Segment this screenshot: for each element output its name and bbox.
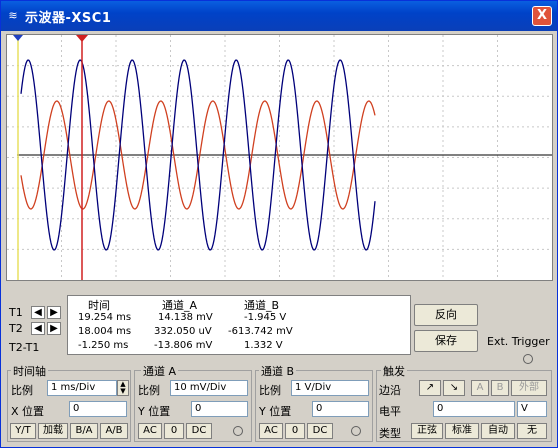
diff-channel-b: 1.332 V bbox=[244, 340, 283, 351]
timebase-scale-label: 比例 bbox=[11, 384, 33, 397]
t1-channel-a: 14.138 mV bbox=[158, 312, 213, 323]
trigger-title: 触发 bbox=[381, 363, 407, 379]
channel-b-zero-button[interactable]: 0 bbox=[285, 423, 305, 439]
channel-b-title: 通道 B bbox=[259, 363, 297, 379]
trigger-type-single-button[interactable]: 正弦 bbox=[411, 423, 443, 439]
trigger-source-b-button[interactable]: B bbox=[491, 380, 509, 396]
t2-left-button[interactable]: ◀ bbox=[31, 322, 45, 335]
title-bar[interactable]: ≋ 示波器-XSC1 X bbox=[1, 1, 557, 31]
t2-time: 18.004 ms bbox=[78, 326, 132, 337]
oscilloscope-icon: ≋ bbox=[8, 9, 18, 22]
channel-a-terminal-icon[interactable] bbox=[233, 426, 243, 436]
close-button[interactable]: X bbox=[532, 6, 552, 26]
timebase-scale-field[interactable]: 1 ms/Div bbox=[47, 380, 117, 396]
t1-channel-b: -1.945 V bbox=[244, 312, 287, 323]
t1-time: 19.254 ms bbox=[78, 312, 132, 323]
waveform-plot bbox=[7, 35, 552, 280]
trigger-falling-edge-button[interactable]: ↘ bbox=[443, 380, 465, 396]
timebase-xpos-label: X 位置 bbox=[11, 405, 45, 418]
trigger-type-none-button[interactable]: 无 bbox=[517, 423, 547, 439]
channel-b-terminal-icon[interactable] bbox=[351, 426, 361, 436]
t2-t1-label: T2-T1 bbox=[9, 341, 40, 354]
channel-a-ac-button[interactable]: AC bbox=[138, 423, 162, 439]
channel-b-ypos-field[interactable]: 0 bbox=[312, 401, 369, 417]
channel-a-dc-button[interactable]: DC bbox=[186, 423, 212, 439]
channel-a-ypos-field[interactable]: 0 bbox=[191, 401, 248, 417]
reverse-button[interactable]: 反向 bbox=[414, 304, 478, 326]
trigger-type-auto-button[interactable]: 自动 bbox=[481, 423, 515, 439]
timebase-xpos-field[interactable]: 0 bbox=[69, 401, 127, 417]
mode-yt-button[interactable]: Y/T bbox=[10, 423, 36, 439]
channel-b-dc-button[interactable]: DC bbox=[307, 423, 333, 439]
t1-label: T1 bbox=[9, 306, 23, 319]
cursor-t2-marker-icon bbox=[76, 35, 88, 42]
channel-a-scale-label: 比例 bbox=[138, 384, 160, 397]
save-button[interactable]: 保存 bbox=[414, 330, 478, 352]
trigger-type-normal-button[interactable]: 标准 bbox=[445, 423, 479, 439]
t2-channel-a: 332.050 uV bbox=[154, 326, 212, 337]
col-header-channel-a: 通道_A bbox=[162, 299, 198, 312]
timebase-title: 时间轴 bbox=[11, 363, 48, 379]
scope-display[interactable] bbox=[6, 34, 553, 281]
mode-add-button[interactable]: 加载 bbox=[38, 423, 68, 439]
mode-ab-button[interactable]: A/B bbox=[100, 423, 128, 439]
ext-trigger-terminal-icon[interactable] bbox=[523, 354, 533, 364]
t2-label: T2 bbox=[9, 322, 23, 335]
channel-a-zero-button[interactable]: 0 bbox=[164, 423, 184, 439]
trigger-source-a-button[interactable]: A bbox=[471, 380, 489, 396]
channel-b-ac-button[interactable]: AC bbox=[259, 423, 283, 439]
channel-b-scale-label: 比例 bbox=[259, 384, 281, 397]
readout-table: 时间 通道_A 通道_B 19.254 ms 14.138 mV -1.945 … bbox=[67, 295, 411, 355]
trigger-level-unit[interactable]: V bbox=[517, 401, 547, 417]
trigger-external-button[interactable]: 外部 bbox=[511, 380, 547, 396]
window-title: 示波器-XSC1 bbox=[25, 11, 112, 26]
channel-b-ypos-label: Y 位置 bbox=[259, 405, 292, 418]
trigger-type-label: 类型 bbox=[379, 427, 401, 440]
trigger-edge-label: 边沿 bbox=[379, 384, 401, 397]
col-header-channel-b: 通道_B bbox=[244, 299, 280, 312]
t2-channel-b: -613.742 mV bbox=[228, 326, 293, 337]
ext-trigger-label: Ext. Trigger bbox=[487, 335, 550, 348]
trigger-level-field[interactable]: 0 bbox=[433, 401, 515, 417]
t2-right-button[interactable]: ▶ bbox=[47, 322, 61, 335]
t1-left-button[interactable]: ◀ bbox=[31, 306, 45, 319]
diff-channel-a: -13.806 mV bbox=[154, 340, 213, 351]
channel-b-scale-field[interactable]: 1 V/Div bbox=[291, 380, 369, 396]
mode-ba-button[interactable]: B/A bbox=[70, 423, 98, 439]
diff-time: -1.250 ms bbox=[78, 340, 129, 351]
channel-a-ypos-label: Y 位置 bbox=[138, 405, 171, 418]
cursor-readout: T1 ◀ ▶ T2 ◀ ▶ T2-T1 时间 通道_A 通道_B 19.254 … bbox=[7, 295, 551, 364]
trigger-level-label: 电平 bbox=[379, 405, 401, 418]
channel-a-title: 通道 A bbox=[141, 363, 179, 379]
trigger-rising-edge-button[interactable]: ↗ bbox=[419, 380, 441, 396]
col-header-time: 时间 bbox=[88, 299, 110, 312]
channel-a-scale-field[interactable]: 10 mV/Div bbox=[170, 380, 248, 396]
t1-right-button[interactable]: ▶ bbox=[47, 306, 61, 319]
timebase-scale-spinner[interactable]: ▲ ▼ bbox=[117, 380, 129, 396]
cursor-t1-marker-icon bbox=[13, 35, 23, 41]
oscilloscope-window: ≋ 示波器-XSC1 X T1 ◀ ▶ T2 ◀ ▶ T2-T1 时间 通道_A… bbox=[0, 0, 558, 448]
